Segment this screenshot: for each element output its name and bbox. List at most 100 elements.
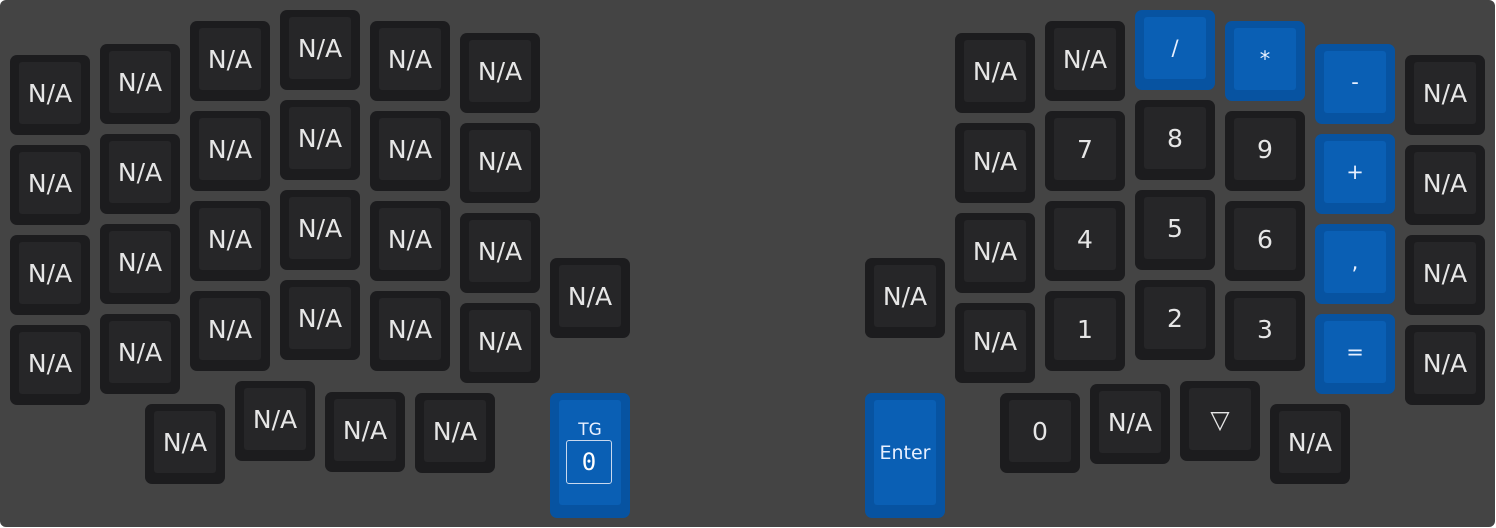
key-label: N/A bbox=[477, 236, 523, 266]
key-na[interactable]: N/A bbox=[280, 190, 360, 270]
key-na[interactable]: N/A bbox=[235, 381, 315, 461]
key-label: 9 bbox=[1257, 134, 1273, 164]
key-label: N/A bbox=[1062, 44, 1108, 74]
key-8[interactable]: 8 bbox=[1135, 100, 1215, 180]
key-7[interactable]: 7 bbox=[1045, 111, 1125, 191]
key-na[interactable]: N/A bbox=[190, 111, 270, 191]
key-label: N/A bbox=[1422, 258, 1468, 288]
key-label: N/A bbox=[207, 314, 253, 344]
key-label: N/A bbox=[432, 416, 478, 446]
key-na[interactable]: N/A bbox=[325, 392, 405, 472]
key-na[interactable]: N/A bbox=[1405, 55, 1485, 135]
key-label: 3 bbox=[1257, 314, 1273, 344]
key-label: N/A bbox=[297, 213, 343, 243]
key-label: N/A bbox=[387, 224, 433, 254]
key-label: N/A bbox=[1422, 348, 1468, 378]
key-minus[interactable]: - bbox=[1315, 44, 1395, 124]
key-na[interactable]: N/A bbox=[100, 224, 180, 304]
key-na[interactable]: N/A bbox=[370, 291, 450, 371]
key-na[interactable]: N/A bbox=[10, 145, 90, 225]
key-na[interactable]: N/A bbox=[190, 291, 270, 371]
key-enter[interactable]: Enter bbox=[865, 393, 945, 518]
key-na[interactable]: N/A bbox=[100, 44, 180, 124]
key-label: N/A bbox=[972, 236, 1018, 266]
key-na[interactable]: N/A bbox=[1405, 145, 1485, 225]
key-equals[interactable]: = bbox=[1315, 314, 1395, 394]
key-na[interactable]: N/A bbox=[280, 280, 360, 360]
key-na[interactable]: N/A bbox=[955, 213, 1035, 293]
key-9[interactable]: 9 bbox=[1225, 111, 1305, 191]
key-na[interactable]: N/A bbox=[460, 213, 540, 293]
key-label: N/A bbox=[972, 146, 1018, 176]
key-label: ▽ bbox=[1210, 404, 1230, 434]
key-label: N/A bbox=[1422, 168, 1468, 198]
key-label: N/A bbox=[972, 56, 1018, 86]
key-label: 7 bbox=[1077, 134, 1093, 164]
key-label: N/A bbox=[207, 134, 253, 164]
key-na[interactable]: N/A bbox=[1270, 404, 1350, 484]
key-1[interactable]: 1 bbox=[1045, 291, 1125, 371]
key-comma[interactable]: , bbox=[1315, 224, 1395, 304]
key-na[interactable]: N/A bbox=[955, 303, 1035, 383]
key-na[interactable]: N/A bbox=[460, 33, 540, 113]
key-label: N/A bbox=[1287, 427, 1333, 457]
key-label: = bbox=[1346, 340, 1364, 364]
key-label: N/A bbox=[27, 78, 73, 108]
key-label: N/A bbox=[297, 33, 343, 63]
key-slash[interactable]: / bbox=[1135, 10, 1215, 90]
key-na[interactable]: N/A bbox=[370, 21, 450, 101]
key-na[interactable]: N/A bbox=[1045, 21, 1125, 101]
key-label: N/A bbox=[387, 314, 433, 344]
key-label: N/A bbox=[117, 337, 163, 367]
key-2[interactable]: 2 bbox=[1135, 280, 1215, 360]
key-label: N/A bbox=[972, 326, 1018, 356]
key-na[interactable]: N/A bbox=[865, 258, 945, 338]
key-label: , bbox=[1351, 250, 1359, 274]
key-label: 4 bbox=[1077, 224, 1093, 254]
key-na[interactable]: N/A bbox=[1090, 384, 1170, 464]
toggle-label: TG bbox=[578, 420, 602, 440]
key-na[interactable]: N/A bbox=[10, 55, 90, 135]
key-4[interactable]: 4 bbox=[1045, 201, 1125, 281]
key-na[interactable]: N/A bbox=[550, 258, 630, 338]
key-na[interactable]: N/A bbox=[955, 33, 1035, 113]
key-label: N/A bbox=[207, 224, 253, 254]
key-na[interactable]: N/A bbox=[10, 235, 90, 315]
key-0[interactable]: 0 bbox=[1000, 393, 1080, 473]
key-na[interactable]: N/A bbox=[145, 404, 225, 484]
key-na[interactable]: N/A bbox=[1405, 325, 1485, 405]
key-na[interactable]: N/A bbox=[955, 123, 1035, 203]
key-label: 5 bbox=[1167, 213, 1183, 243]
key-na[interactable]: N/A bbox=[190, 21, 270, 101]
key-na[interactable]: N/A bbox=[1405, 235, 1485, 315]
key-na[interactable]: N/A bbox=[280, 10, 360, 90]
key-plus[interactable]: + bbox=[1315, 134, 1395, 214]
key-3[interactable]: 3 bbox=[1225, 291, 1305, 371]
key-na[interactable]: N/A bbox=[370, 201, 450, 281]
key-na[interactable]: N/A bbox=[190, 201, 270, 281]
key-6[interactable]: 6 bbox=[1225, 201, 1305, 281]
key-na[interactable]: N/A bbox=[460, 303, 540, 383]
key-label: + bbox=[1346, 160, 1364, 184]
key-label: 2 bbox=[1167, 303, 1183, 333]
key-label: N/A bbox=[207, 44, 253, 74]
key-na[interactable]: N/A bbox=[100, 314, 180, 394]
key-label: N/A bbox=[117, 247, 163, 277]
key-label: - bbox=[1351, 70, 1359, 94]
key-tg[interactable]: TGTG0 bbox=[550, 393, 630, 518]
key-label: N/A bbox=[477, 326, 523, 356]
key-na[interactable]: N/A bbox=[280, 100, 360, 180]
key-na[interactable]: N/A bbox=[100, 134, 180, 214]
key-label: N/A bbox=[477, 56, 523, 86]
key-na[interactable]: N/A bbox=[10, 325, 90, 405]
key-5[interactable]: 5 bbox=[1135, 190, 1215, 270]
key-na[interactable]: N/A bbox=[370, 111, 450, 191]
key-asterisk[interactable]: * bbox=[1225, 21, 1305, 101]
key-label: N/A bbox=[567, 281, 613, 311]
key-na[interactable]: N/A bbox=[460, 123, 540, 203]
key-label: N/A bbox=[27, 258, 73, 288]
key-label: N/A bbox=[117, 67, 163, 97]
key-label: Enter bbox=[879, 442, 931, 464]
key-na[interactable]: N/A bbox=[415, 393, 495, 473]
key-triangle-down[interactable]: ▽ bbox=[1180, 381, 1260, 461]
